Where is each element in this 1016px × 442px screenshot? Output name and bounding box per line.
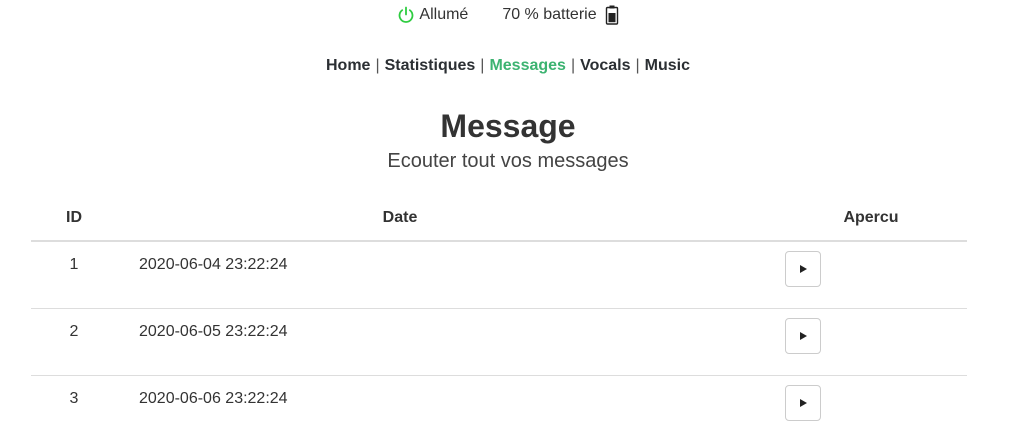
nav-separator: | [480,57,484,74]
row-id: 2 [31,309,117,376]
column-header-id: ID [31,196,117,241]
nav-home[interactable]: Home [326,57,370,74]
battery-label: 70 % batterie [502,6,596,24]
nav-messages[interactable]: Messages [489,57,566,74]
row-apercu [530,241,967,309]
row-apercu [530,309,967,376]
row-id: 1 [31,241,117,309]
battery-icon [605,5,619,25]
nav-music[interactable]: Music [645,57,690,74]
column-header-apercu: Apercu [530,196,967,241]
nav-vocals[interactable]: Vocals [580,57,630,74]
row-date: 2020-06-04 23:22:24 [117,241,530,309]
row-date: 2020-06-06 23:22:24 [117,376,530,442]
page-subtitle: Ecouter tout vos messages [0,150,1016,173]
power-label: Allumé [419,6,468,24]
play-button[interactable] [785,318,821,354]
table-row: 2 2020-06-05 23:22:24 [31,309,967,376]
messages-table: ID Date Apercu 1 2020-06-04 23:22:24 2 2… [31,196,967,442]
row-apercu [530,376,967,442]
main-nav: Home|Statistiques|Messages|Vocals|Music [0,57,1016,75]
nav-separator: | [375,57,379,74]
nav-separator: | [571,57,575,74]
table-header-row: ID Date Apercu [31,196,967,241]
page-title: Message [0,108,1016,145]
status-bar: Allumé 70 % batterie [0,0,1016,30]
power-status: Allumé [397,6,502,24]
row-date: 2020-06-05 23:22:24 [117,309,530,376]
play-icon [800,265,807,273]
nav-separator: | [636,57,640,74]
power-icon [397,6,415,24]
row-id: 3 [31,376,117,442]
play-icon [800,332,807,340]
battery-status: 70 % batterie [502,5,618,25]
play-icon [800,399,807,407]
nav-statistiques[interactable]: Statistiques [385,57,476,74]
play-button[interactable] [785,251,821,287]
table-row: 3 2020-06-06 23:22:24 [31,376,967,442]
column-header-date: Date [117,196,530,241]
play-button[interactable] [785,385,821,421]
table-row: 1 2020-06-04 23:22:24 [31,241,967,309]
